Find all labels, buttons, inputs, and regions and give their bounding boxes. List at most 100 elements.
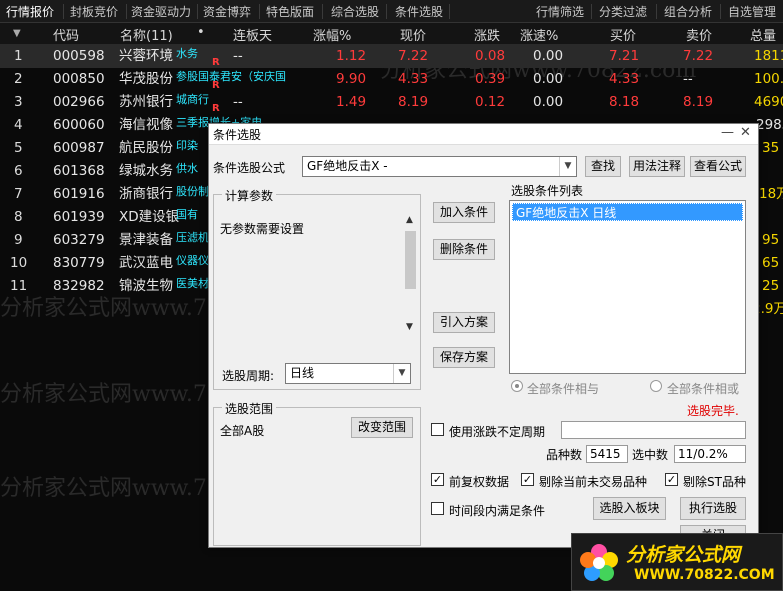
col-change[interactable]: 涨跌 bbox=[474, 25, 500, 44]
row-change-pct: 1.12 bbox=[336, 48, 367, 64]
col-price[interactable]: 现价 bbox=[400, 25, 426, 44]
radio-all-and-label: 全部条件相与 bbox=[527, 382, 600, 396]
col-name[interactable]: 名称(11) bbox=[120, 25, 173, 44]
table-row[interactable]: 3 002966 苏州银行 城商行 R -- 1.49 8.19 0.12 0.00 8.18 8.1… bbox=[0, 91, 783, 114]
to-block-button[interactable]: 选股入板块 bbox=[593, 497, 666, 520]
checkbox-prefq[interactable]: ✓ bbox=[431, 473, 444, 486]
scroll-down-icon[interactable]: ▼ bbox=[406, 322, 413, 332]
row-speed: 0.00 bbox=[533, 94, 564, 110]
tab-condition-select[interactable]: 条件选股 bbox=[395, 3, 443, 21]
tab-portfolio-analysis[interactable]: 组合分析 bbox=[664, 3, 712, 21]
params-scrollbar[interactable]: ▲ ▼ bbox=[403, 213, 417, 336]
formula-combo[interactable]: GF绝地反击X - ▼ bbox=[302, 156, 577, 177]
exclude-notrade-label: 剔除当前未交易品种 bbox=[539, 475, 648, 489]
tab-quote-filter[interactable]: 行情筛选 bbox=[536, 3, 584, 21]
col-dot[interactable]: • bbox=[197, 25, 205, 40]
row-change: 0.08 bbox=[475, 48, 506, 64]
find-button[interactable]: 查找 bbox=[585, 156, 621, 177]
count-field: 5415 bbox=[586, 445, 628, 463]
period-all-label: 时间段内满足条件 bbox=[449, 504, 546, 518]
condition-select-dialog: 条件选股 — ✕ 条件选股公式 GF绝地反击X - ▼ 查找 用法注释 查看公式… bbox=[208, 123, 759, 548]
logo-url: WWW.70822.COM bbox=[634, 567, 775, 583]
view-formula-button[interactable]: 查看公式 bbox=[690, 156, 746, 177]
logo-title: 分析家公式网 bbox=[626, 544, 741, 566]
uncertain-period-field[interactable] bbox=[561, 421, 746, 439]
add-condition-button[interactable]: 加入条件 bbox=[433, 202, 495, 223]
tab-category-filter[interactable]: 分类过滤 bbox=[599, 3, 647, 21]
condition-list-item[interactable]: GF绝地反击X 日线 bbox=[512, 203, 743, 221]
checkbox-exclude-notrade[interactable]: ✓ bbox=[521, 473, 534, 486]
count-label: 品种数 bbox=[546, 448, 583, 462]
table-header: ▼ 代码 名称(11) • 连板天 涨幅% 现价 涨跌 涨速% 买价 卖价 总量 bbox=[0, 23, 783, 45]
change-range-button[interactable]: 改变范围 bbox=[351, 417, 413, 438]
row-code: 000598 bbox=[53, 48, 105, 64]
row-price: 7.22 bbox=[398, 48, 429, 64]
exclude-st-label: 剔除ST品种 bbox=[683, 475, 746, 489]
usage-note-button[interactable]: 用法注释 bbox=[629, 156, 685, 177]
formula-label: 条件选股公式 bbox=[213, 161, 286, 175]
radio-all-or[interactable] bbox=[650, 380, 662, 392]
table-row[interactable]: 1 000598 兴蓉环境 水务 R -- 1.12 7.22 0.08 0.00 7.21 7.22… bbox=[0, 45, 783, 68]
col-change-pct[interactable]: 涨幅% bbox=[313, 25, 351, 44]
scroll-up-icon[interactable]: ▲ bbox=[406, 215, 413, 225]
close-icon[interactable]: ✕ bbox=[740, 125, 751, 140]
row-ask: -- bbox=[683, 71, 693, 87]
tab-watchlist[interactable]: 自选管理 bbox=[728, 3, 776, 21]
sort-arrow-icon[interactable]: ▼ bbox=[13, 28, 21, 39]
row-change: 0.12 bbox=[475, 94, 506, 110]
minimize-icon[interactable]: — bbox=[721, 125, 734, 140]
tab-feature-layout[interactable]: 特色版面 bbox=[266, 3, 314, 21]
radio-all-or-label: 全部条件相或 bbox=[667, 382, 740, 396]
calc-params-group: 计算参数 无参数需要设置 ▲ ▼ 选股周期: 日线 ▼ bbox=[213, 187, 421, 390]
row-name: 华茂股份 bbox=[119, 71, 173, 87]
condition-list[interactable]: GF绝地反击X 日线 bbox=[509, 200, 746, 374]
row-index: 3 bbox=[14, 94, 23, 110]
scroll-thumb[interactable] bbox=[405, 231, 416, 289]
range-title: 选股范围 bbox=[222, 400, 277, 417]
dialog-titlebar[interactable]: 条件选股 — ✕ bbox=[209, 124, 758, 145]
top-toolbar: 行情报价 封板竞价 资金驱动力 资金博弈 特色版面 综合选股 条件选股 行情筛选… bbox=[0, 0, 783, 23]
formula-value: GF绝地反击X - bbox=[307, 159, 388, 173]
tab-limit-bid[interactable]: 封板竞价 bbox=[70, 3, 118, 21]
col-volume[interactable]: 总量 bbox=[750, 25, 776, 44]
delete-condition-button[interactable]: 删除条件 bbox=[433, 239, 495, 260]
row-bid: 8.18 bbox=[609, 94, 640, 110]
tab-fund-drive[interactable]: 资金驱动力 bbox=[131, 3, 191, 21]
prefq-label: 前复权数据 bbox=[449, 475, 510, 489]
run-select-button[interactable]: 执行选股 bbox=[680, 497, 746, 520]
row-limit-days: -- bbox=[233, 94, 243, 110]
dialog-title: 条件选股 bbox=[213, 128, 262, 142]
row-name: 兴蓉环境 bbox=[119, 48, 173, 64]
row-tag: 参股国泰君安（安庆国 bbox=[176, 70, 286, 83]
row-tag: 水务 bbox=[176, 47, 198, 60]
col-ask[interactable]: 卖价 bbox=[686, 25, 712, 44]
tab-combined-select[interactable]: 综合选股 bbox=[331, 3, 379, 21]
col-code[interactable]: 代码 bbox=[53, 25, 79, 44]
row-speed: 0.00 bbox=[533, 71, 564, 87]
row-change-pct: 9.90 bbox=[336, 71, 367, 87]
period-value: 日线 bbox=[290, 366, 315, 380]
chevron-down-icon[interactable]: ▼ bbox=[559, 157, 576, 176]
col-speed[interactable]: 涨速% bbox=[520, 25, 558, 44]
row-index: 8 bbox=[14, 209, 23, 225]
row-name: 绿城水务 bbox=[119, 163, 173, 179]
period-combo[interactable]: 日线 ▼ bbox=[285, 363, 411, 384]
chevron-down-icon[interactable]: ▼ bbox=[393, 364, 410, 383]
import-scheme-button[interactable]: 引入方案 bbox=[433, 312, 495, 333]
col-limit-days[interactable]: 连板天 bbox=[233, 25, 272, 44]
checkbox-period-all[interactable] bbox=[431, 502, 444, 515]
row-code: 002966 bbox=[53, 94, 105, 110]
tab-fund-game[interactable]: 资金博弈 bbox=[203, 3, 251, 21]
radio-all-and[interactable] bbox=[511, 380, 523, 392]
row-tag: 城商行 bbox=[176, 93, 209, 106]
checkbox-exclude-st[interactable]: ✓ bbox=[665, 473, 678, 486]
no-params-text: 无参数需要设置 bbox=[220, 222, 305, 236]
tab-quotes[interactable]: 行情报价 bbox=[6, 3, 54, 21]
range-group: 选股范围 全部A股 改变范围 bbox=[213, 400, 421, 546]
row-bid: 7.21 bbox=[609, 48, 640, 64]
table-row[interactable]: 2 000850 华茂股份 参股国泰君安（安庆国 R 9.90 4.33 0.39 0.00 4.… bbox=[0, 68, 783, 91]
col-bid[interactable]: 买价 bbox=[610, 25, 636, 44]
row-change-pct: 1.49 bbox=[336, 94, 367, 110]
checkbox-uncertain-period[interactable] bbox=[431, 423, 444, 436]
save-scheme-button[interactable]: 保存方案 bbox=[433, 347, 495, 368]
